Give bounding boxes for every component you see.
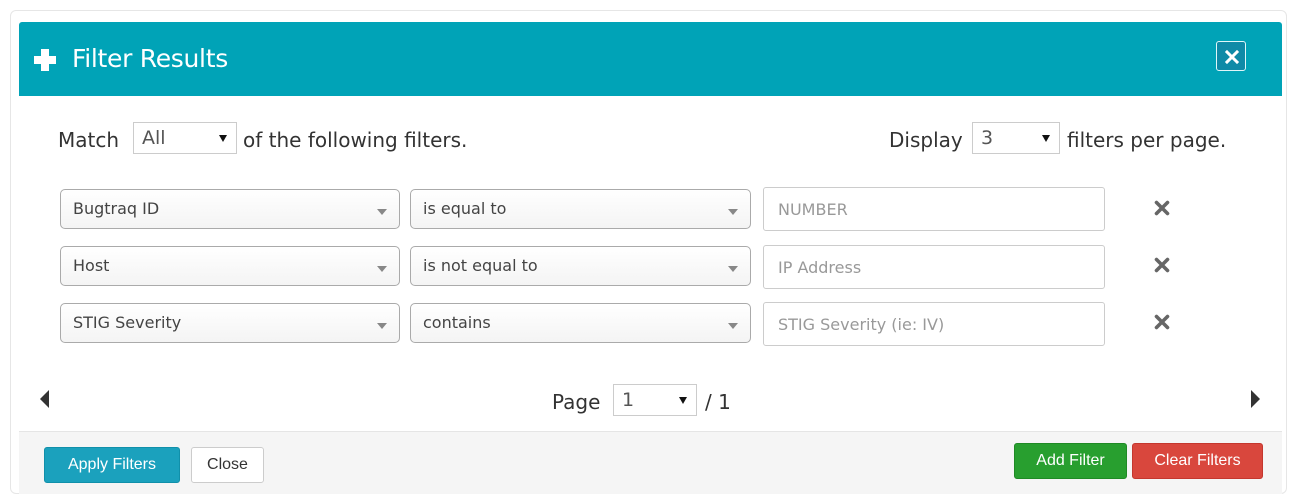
filter-operator-value: is equal to [423, 199, 507, 218]
chevron-down-icon [728, 209, 738, 215]
remove-filter-icon[interactable] [1154, 200, 1170, 216]
display-suffix-text: filters per page. [1067, 128, 1227, 152]
close-dialog-button[interactable] [1216, 41, 1246, 71]
display-select[interactable]: 3 [972, 122, 1060, 154]
filter-operator-value: contains [423, 313, 491, 332]
close-icon [1225, 50, 1239, 64]
caret-down-icon [219, 135, 227, 142]
match-select[interactable]: All [133, 122, 237, 154]
add-filter-button[interactable]: Add Filter [1014, 443, 1127, 479]
filter-field-select[interactable]: Bugtraq ID [60, 189, 400, 229]
page-select-value: 1 [622, 389, 635, 411]
filter-dialog: Filter Results Match All of the followin… [19, 22, 1282, 494]
filter-operator-value: is not equal to [423, 256, 538, 275]
filter-field-select[interactable]: STIG Severity [60, 303, 400, 343]
plus-icon [34, 49, 56, 71]
caret-down-icon [679, 397, 687, 404]
page-label: Page [552, 390, 601, 414]
filter-field-value: Bugtraq ID [73, 199, 160, 218]
close-button[interactable]: Close [191, 447, 264, 483]
match-label: Match [58, 128, 120, 152]
next-page-arrow-icon[interactable] [1251, 390, 1260, 408]
page-select[interactable]: 1 [613, 384, 697, 416]
display-label: Display [889, 128, 963, 152]
filter-operator-select[interactable]: is not equal to [410, 246, 751, 286]
dialog-title: Filter Results [72, 44, 228, 73]
match-suffix-text: of the following filters. [243, 128, 468, 152]
chevron-down-icon [377, 209, 387, 215]
dialog-footer: Apply Filters Close Add Filter Clear Fil… [19, 431, 1282, 494]
chevron-down-icon [728, 266, 738, 272]
clear-filters-button[interactable]: Clear Filters [1132, 443, 1263, 479]
caret-down-icon [1042, 135, 1050, 142]
filter-value-input[interactable] [763, 245, 1105, 289]
page-total: / 1 [705, 390, 731, 414]
filter-field-value: Host [73, 256, 110, 275]
match-select-value: All [142, 127, 166, 149]
filter-value-input[interactable] [763, 187, 1105, 231]
dialog-header: Filter Results [19, 22, 1282, 96]
filter-operator-select[interactable]: is equal to [410, 189, 751, 229]
remove-filter-icon[interactable] [1154, 257, 1170, 273]
display-select-value: 3 [981, 127, 994, 149]
chevron-down-icon [377, 266, 387, 272]
chevron-down-icon [728, 323, 738, 329]
filter-field-select[interactable]: Host [60, 246, 400, 286]
remove-filter-icon[interactable] [1154, 314, 1170, 330]
apply-filters-button[interactable]: Apply Filters [44, 447, 180, 483]
filter-operator-select[interactable]: contains [410, 303, 751, 343]
filter-field-value: STIG Severity [73, 313, 182, 332]
chevron-down-icon [377, 323, 387, 329]
filter-value-input[interactable] [763, 302, 1105, 346]
previous-page-arrow-icon[interactable] [40, 390, 49, 408]
